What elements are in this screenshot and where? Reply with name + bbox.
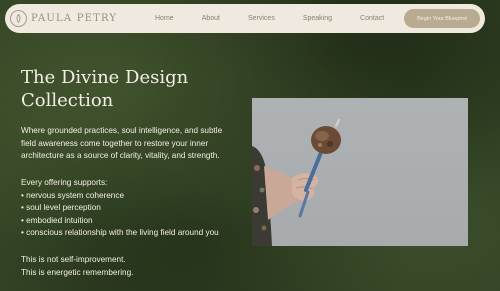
intro-line: Where grounded practices, soul intellige…	[21, 126, 223, 135]
brand-logo[interactable]: PAULA PETRY	[10, 10, 117, 27]
logo-mark-icon	[10, 10, 27, 27]
hero-intro: Where grounded practices, soul intellige…	[21, 125, 246, 163]
top-nav: PAULA PETRY Home About Services Speaking…	[5, 4, 485, 33]
closing-line: This is not self-improvement.	[21, 255, 126, 264]
hero-title-line-2: Collection	[21, 90, 114, 111]
intro-line: architecture as a source of clarity, vit…	[21, 151, 220, 160]
supports-item: embodied intuition	[21, 215, 246, 228]
hand-holding-rattle-photo	[252, 98, 468, 246]
nav-home-link[interactable]: Home	[155, 15, 174, 22]
supports-item: nervous system coherence	[21, 190, 246, 203]
main-menu: Home About Services Speaking Contact	[155, 4, 412, 33]
supports-item: conscious relationship with the living f…	[21, 227, 246, 240]
supports-list: nervous system coherence soul level perc…	[21, 190, 246, 240]
supports-item: soul level perception	[21, 202, 246, 215]
hero-title: The Divine Design Collection	[21, 66, 241, 112]
begin-blueprint-button[interactable]: Begin Your Blueprint	[404, 9, 480, 28]
nav-speaking-link[interactable]: Speaking	[303, 15, 332, 22]
hero-title-line-1: The Divine Design	[21, 67, 189, 88]
supports-heading: Every offering supports:	[21, 178, 108, 187]
intro-line: field awareness come together to restore…	[21, 138, 209, 148]
nav-services-link[interactable]: Services	[248, 15, 275, 22]
supports-section: Every offering supports: nervous system …	[21, 177, 246, 240]
closing-line: This is energetic remembering.	[21, 267, 134, 277]
nav-about-link[interactable]: About	[202, 15, 220, 22]
nav-contact-link[interactable]: Contact	[360, 15, 384, 22]
brand-name: PAULA PETRY	[31, 13, 118, 24]
closing-statement: This is not self-improvement. This is en…	[21, 254, 246, 279]
